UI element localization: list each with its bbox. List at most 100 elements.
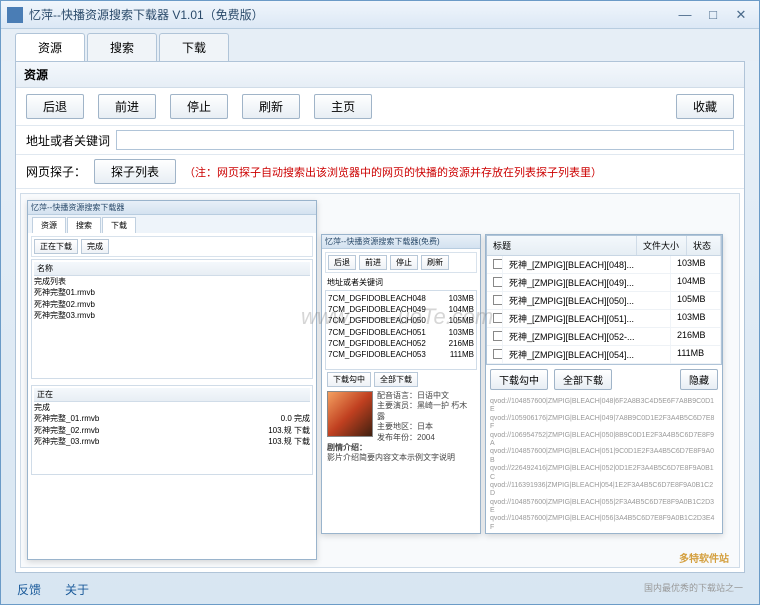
mini-window-middle: 忆萍--快播资源搜索下载器(免费) 后退 前进 停止 刷新 地址或者关键词 7C… xyxy=(321,234,481,534)
stop-button[interactable]: 停止 xyxy=(170,94,228,119)
download-table: 标题 文件大小 状态 死神_[ZMPIG][BLEACH][048]...103… xyxy=(486,235,722,365)
section-title: 资源 xyxy=(16,62,744,88)
home-button[interactable]: 主页 xyxy=(314,94,372,119)
table-row[interactable]: 死神_[ZMPIG][BLEACH][048]...103MB xyxy=(487,256,721,274)
mini-window-left: 忆萍--快播资源搜索下载器 资源 搜索 下载 正在下载 完成 名称 完成列表 死… xyxy=(27,200,317,560)
main-window: 忆萍--快播资源搜索下载器 V1.01（免费版） — □ ✕ 资源 搜索 下载 … xyxy=(0,0,760,605)
list-item[interactable]: 完成 xyxy=(34,402,310,413)
duote-logo: 多特软件站 xyxy=(679,550,729,565)
mini-tab[interactable]: 搜索 xyxy=(67,217,101,233)
mini-btn[interactable]: 后退 xyxy=(328,255,356,270)
list-item[interactable]: 7CM_DGFIDOBLEACH050105MB xyxy=(328,315,474,326)
table-row[interactable]: 死神_[ZMPIG][BLEACH][050]...105MB xyxy=(487,292,721,310)
mini-btn[interactable]: 停止 xyxy=(390,255,418,270)
checkbox[interactable] xyxy=(493,349,503,359)
table-row[interactable]: 死神_[ZMPIG][BLEACH][051]...103MB xyxy=(487,310,721,328)
probe-list-button[interactable]: 探子列表 xyxy=(94,159,176,184)
mini-titlebar-left[interactable]: 忆萍--快播资源搜索下载器 xyxy=(28,201,316,215)
mini-btn[interactable]: 前进 xyxy=(359,255,387,270)
list-item[interactable]: 7CM_DGFIDOBLEACH049104MB xyxy=(328,304,474,315)
download-all-button[interactable]: 全部下载 xyxy=(554,369,612,390)
window-title: 忆萍--快播资源搜索下载器 V1.01（免费版） xyxy=(29,6,673,23)
field-label: 地址或者关键词 xyxy=(325,275,477,290)
feedback-link[interactable]: 反馈 xyxy=(17,581,41,598)
resource-link: qvod://116391936|ZMPIG|BLEACH|054|1E2F3A… xyxy=(490,482,718,499)
list-item[interactable]: 死神完整02.rmvb xyxy=(34,299,310,310)
thumbnail-image xyxy=(327,391,373,437)
window-controls: — □ ✕ xyxy=(673,6,753,24)
checkbox[interactable] xyxy=(493,259,503,269)
table-header: 标题 文件大小 状态 xyxy=(487,236,721,256)
resource-link: qvod://104857600|ZMPIG|BLEACH|051|9C0D1E… xyxy=(490,448,718,465)
footer-tagline: 国内最优秀的下载站之一 xyxy=(644,581,743,598)
probe-row: 网页探子： 探子列表 （注：网页探子自动搜索出该浏览器中的网页的快播的资源并存放… xyxy=(16,155,744,189)
tab-search[interactable]: 搜索 xyxy=(87,33,157,61)
list-item[interactable]: 死神完整01.rmvb xyxy=(34,287,310,298)
mini-btn[interactable]: 刷新 xyxy=(421,255,449,270)
mini-btn[interactable]: 全部下载 xyxy=(374,372,418,387)
list-item[interactable]: 完成列表 xyxy=(34,276,310,287)
maximize-icon[interactable]: □ xyxy=(701,6,725,24)
list-item[interactable]: 7CM_DGFIDOBLEACH051103MB xyxy=(328,327,474,338)
download-checked-button[interactable]: 下载勾中 xyxy=(490,369,548,390)
app-icon xyxy=(7,7,23,23)
checkbox[interactable] xyxy=(493,313,503,323)
list-item[interactable]: 死神完整_02.rmvb xyxy=(34,425,99,436)
mini-btn[interactable]: 正在下载 xyxy=(34,239,78,254)
probe-label: 网页探子： xyxy=(26,163,86,180)
col-size[interactable]: 文件大小 xyxy=(637,236,687,255)
list-item[interactable]: 7CM_DGFIDOBLEACH053111MB xyxy=(328,349,474,360)
mini-btn[interactable]: 完成 xyxy=(81,239,109,254)
mini-btn[interactable]: 下载勾中 xyxy=(327,372,371,387)
mini-tabs-left: 资源 搜索 下载 xyxy=(28,215,316,233)
info-plot: 影片介绍简要内容文本示例文字说明 xyxy=(327,453,475,463)
resource-link: qvod://226492416|ZMPIG|BLEACH|052|0D1E2F… xyxy=(490,465,718,482)
minimize-icon[interactable]: — xyxy=(673,6,697,24)
browser-toolbar: 后退 前进 停止 刷新 主页 收藏 xyxy=(16,88,744,126)
list-item[interactable]: 死神完整_01.rmvb xyxy=(34,413,99,424)
download-actions: 下载勾中 全部下载 隐藏 xyxy=(486,365,722,394)
mini-body-left: 正在下载 完成 名称 完成列表 死神完整01.rmvb 死神完整02.rmvb … xyxy=(28,233,316,559)
resource-link: qvod://106954752|ZMPIG|BLEACH|050|8B9C0D… xyxy=(490,432,718,449)
checkbox[interactable] xyxy=(493,295,503,305)
resource-link: qvod://104857600|ZMPIG|BLEACH|055|2F3A4B… xyxy=(490,499,718,516)
list-item[interactable]: 7CM_DGFIDOBLEACH052216MB xyxy=(328,338,474,349)
about-link[interactable]: 关于 xyxy=(65,581,89,598)
table-row[interactable]: 死神_[ZMPIG][BLEACH][054]...111MB xyxy=(487,346,721,364)
mini-tab[interactable]: 下载 xyxy=(102,217,136,233)
resource-link: qvod://104857600|ZMPIG|BLEACH|048|6F2A8B… xyxy=(490,398,718,415)
table-row[interactable]: 死神_[ZMPIG][BLEACH][049]...104MB xyxy=(487,274,721,292)
table-row[interactable]: 死神_[ZMPIG][BLEACH][052-...216MB xyxy=(487,328,721,346)
list-item[interactable]: 死神完整03.rmvb xyxy=(34,310,310,321)
back-button[interactable]: 后退 xyxy=(26,94,84,119)
footer: 反馈 关于 国内最优秀的下载站之一 xyxy=(1,577,759,604)
content-area: 资源 后退 前进 停止 刷新 主页 收藏 地址或者关键词 网页探子： 探子列表 … xyxy=(15,61,745,573)
address-input[interactable] xyxy=(116,130,734,150)
close-icon[interactable]: ✕ xyxy=(729,6,753,24)
browser-viewport: www.——uoTe.com 忆萍--快播资源搜索下载器 资源 搜索 下载 正在… xyxy=(20,193,740,568)
col-status[interactable]: 状态 xyxy=(687,236,721,255)
address-row: 地址或者关键词 xyxy=(16,126,744,155)
resource-link: qvod://104857600|ZMPIG|BLEACH|056|3A4B5C… xyxy=(490,515,718,532)
titlebar[interactable]: 忆萍--快播资源搜索下载器 V1.01（免费版） — □ ✕ xyxy=(1,1,759,29)
refresh-button[interactable]: 刷新 xyxy=(242,94,300,119)
hide-button[interactable]: 隐藏 xyxy=(680,369,718,390)
checkbox[interactable] xyxy=(493,277,503,287)
mini-titlebar-mid[interactable]: 忆萍--快播资源搜索下载器(免费) xyxy=(322,235,480,249)
list-item[interactable]: 7CM_DGFIDOBLEACH048103MB xyxy=(328,293,474,304)
address-label: 地址或者关键词 xyxy=(26,132,110,149)
checkbox[interactable] xyxy=(493,331,503,341)
list-header: 名称 xyxy=(34,262,310,276)
tab-resource[interactable]: 资源 xyxy=(15,33,85,61)
list-header: 正在 xyxy=(34,388,310,402)
forward-button[interactable]: 前进 xyxy=(98,94,156,119)
probe-note: （注：网页探子自动搜索出该浏览器中的网页的快播的资源并存放在列表探子列表里） xyxy=(184,164,602,180)
favorites-button[interactable]: 收藏 xyxy=(676,94,734,119)
col-title[interactable]: 标题 xyxy=(487,236,637,255)
tab-download[interactable]: 下载 xyxy=(159,33,229,61)
mini-tab[interactable]: 资源 xyxy=(32,217,66,233)
list-item[interactable]: 死神完整_03.rmvb xyxy=(34,436,99,447)
download-panel: 标题 文件大小 状态 死神_[ZMPIG][BLEACH][048]...103… xyxy=(485,234,723,534)
info-plot-label: 剧情介绍： xyxy=(327,443,475,453)
resource-link: qvod://105906176|ZMPIG|BLEACH|049|7A8B9C… xyxy=(490,415,718,432)
